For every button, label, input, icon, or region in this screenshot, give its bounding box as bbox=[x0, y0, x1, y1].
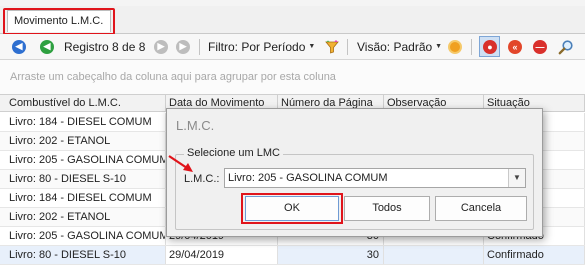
column-header-combustivel[interactable]: Combustível do L.M.C. bbox=[6, 95, 166, 112]
last-record-button[interactable]: ▶ bbox=[176, 34, 190, 59]
tab-bar: Movimento L.M.C. bbox=[0, 6, 585, 35]
toolbar-separator bbox=[471, 39, 472, 55]
toolbar-separator bbox=[347, 39, 348, 55]
dialog-title: L.M.C. bbox=[176, 118, 215, 133]
cell-situacao: Confirmado bbox=[484, 246, 585, 264]
cell-combustivel: Livro: 184 - DIESEL COMUM bbox=[6, 189, 166, 207]
prev-disabled-icon: ▶ bbox=[154, 39, 168, 54]
group-panel[interactable]: Arraste um cabeçalho da coluna aqui para… bbox=[0, 60, 585, 94]
filter-apply-button[interactable] bbox=[324, 34, 340, 59]
lmc-dialog: L.M.C. Selecione um LMC L.M.C.: Livro: 2… bbox=[166, 108, 543, 237]
cell-data: 29/04/2019 bbox=[166, 246, 278, 264]
rewind-icon: « bbox=[508, 39, 522, 54]
ok-highlight-annotation bbox=[241, 193, 343, 224]
cell-combustivel: Livro: 202 - ETANOL bbox=[6, 132, 166, 150]
first-record-icon: ◀ bbox=[12, 39, 26, 54]
search-icon bbox=[558, 39, 573, 54]
lmc-select[interactable]: Livro: 205 - GASOLINA COMUM ▼ bbox=[224, 168, 526, 188]
chevron-down-icon: ▼ bbox=[435, 43, 443, 50]
tab-highlight-annotation bbox=[3, 8, 115, 35]
cell-combustivel: Livro: 205 - GASOLINA COMUM bbox=[6, 151, 166, 169]
all-button[interactable]: Todos bbox=[344, 196, 430, 221]
group-hint-text: Arraste um cabeçalho da coluna aqui para… bbox=[10, 71, 336, 83]
cell-combustivel: Livro: 205 - GASOLINA COMUM bbox=[6, 227, 166, 245]
record-icon: ● bbox=[483, 39, 497, 54]
filter-funnel-icon bbox=[325, 39, 339, 54]
record-counter: Registro 8 de 8 bbox=[64, 34, 145, 59]
filter-label: Filtro: Por Período bbox=[208, 39, 306, 54]
cancel-dialog-button[interactable]: Cancela bbox=[435, 196, 527, 221]
view-settings-button[interactable] bbox=[448, 34, 462, 59]
cancel-button[interactable]: — bbox=[533, 34, 547, 59]
view-settings-icon bbox=[448, 39, 462, 54]
filter-dropdown[interactable]: Filtro: Por Período ▼ bbox=[208, 34, 315, 59]
cell-combustivel: Livro: 80 - DIESEL S-10 bbox=[6, 170, 166, 188]
record-counter-label: Registro 8 de 8 bbox=[64, 39, 146, 54]
toolbar: ◀ ◀ Registro 8 de 8 ▶ ▶ Filtro: Por Perí… bbox=[0, 34, 585, 60]
group-legend: Selecione um LMC bbox=[184, 147, 283, 159]
next-record-button[interactable]: ◀ bbox=[40, 34, 54, 59]
prev-record-button[interactable]: ▶ bbox=[154, 34, 168, 59]
first-record-button[interactable]: ◀ bbox=[12, 34, 26, 59]
cell-combustivel: Livro: 80 - DIESEL S-10 bbox=[6, 246, 166, 264]
toolbar-separator bbox=[199, 39, 200, 55]
lmc-select-value: Livro: 205 - GASOLINA COMUM bbox=[228, 172, 388, 184]
chevron-down-icon[interactable]: ▼ bbox=[508, 169, 525, 187]
cell-combustivel: Livro: 184 - DIESEL COMUM bbox=[6, 113, 166, 131]
cell-observacao bbox=[384, 246, 484, 264]
chevron-down-icon: ▼ bbox=[308, 43, 316, 50]
lmc-field-label: L.M.C.: bbox=[184, 173, 220, 185]
table-row-selected[interactable]: Livro: 80 - DIESEL S-10 29/04/2019 30 Co… bbox=[0, 246, 585, 265]
cell-combustivel: Livro: 202 - ETANOL bbox=[6, 208, 166, 226]
cancel-icon: — bbox=[533, 39, 547, 54]
record-button[interactable]: ● bbox=[483, 34, 497, 59]
view-dropdown[interactable]: Visão: Padrão ▼ bbox=[357, 34, 442, 59]
last-disabled-icon: ▶ bbox=[176, 39, 190, 54]
next-record-icon: ◀ bbox=[40, 39, 54, 54]
search-button[interactable] bbox=[558, 34, 574, 59]
view-label: Visão: Padrão bbox=[357, 39, 433, 54]
cell-pagina: 30 bbox=[278, 246, 384, 264]
rewind-button[interactable]: « bbox=[508, 34, 522, 59]
